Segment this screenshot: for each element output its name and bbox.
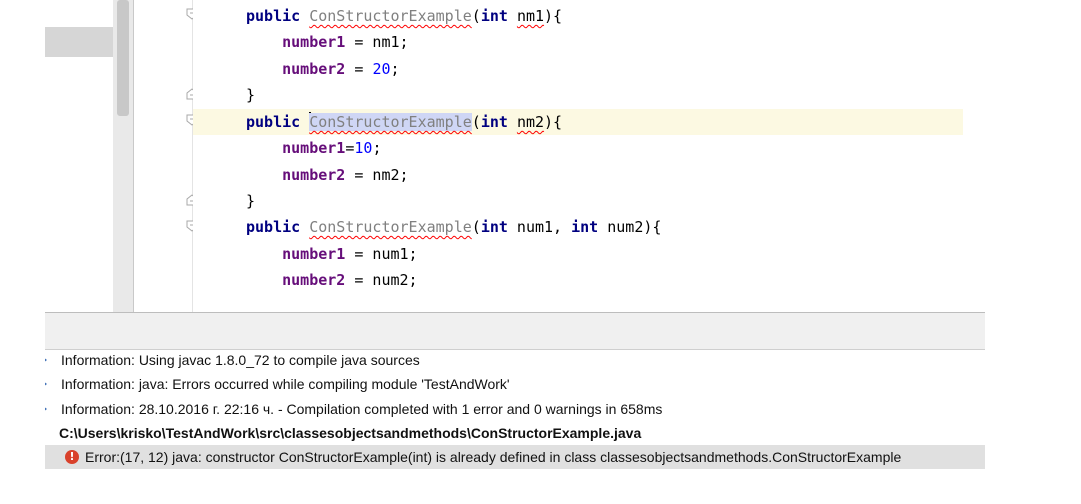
code-token: ){ [544,7,563,25]
code-token: num2){ [598,218,662,236]
info-icon [45,382,47,386]
code-token: = nm2; [345,166,409,184]
code-token: number2 [282,166,346,184]
code-token: int [480,7,508,25]
left-panel-strip [45,27,113,57]
message-row[interactable]: Information: java: Errors occurred while… [45,372,985,396]
code-token: = num2; [345,271,418,289]
error-row[interactable]: ! Error:(17, 12) java: constructor ConSt… [45,445,985,469]
code-line[interactable]: number2 = 20; [193,56,963,82]
code-token: public [246,7,301,25]
code-token: } [246,86,256,104]
code-token: nm1 [516,7,545,25]
code-token: = num1; [345,245,418,263]
messages-panel: Information: Using javac 1.8.0_72 to com… [45,348,985,469]
code-token: public [246,113,301,131]
info-icon [45,407,47,411]
code-token: } [246,192,256,210]
editor-margin [963,0,1081,312]
code-token: ){ [544,113,563,131]
code-token: int [480,218,508,236]
code-line[interactable]: } [193,188,963,214]
code-line[interactable]: public ConStructorExample(int nm1){ [193,3,963,29]
code-token: int [480,113,508,131]
code-line[interactable]: public ConStructorExample(int num1, int … [193,214,963,240]
message-text: Information: Using javac 1.8.0_72 to com… [61,352,420,368]
code-line[interactable]: } [193,82,963,108]
file-row[interactable]: C:\Users\krisko\TestAndWork\src\classeso… [45,421,985,445]
editor-gutter [134,0,192,312]
code-editor[interactable]: public ConStructorExample(int nm1){ numb… [193,0,963,312]
code-token: ( [471,113,481,131]
code-token: ; [372,139,382,157]
code-token: ConStructorExample [309,7,472,25]
info-icon [45,358,47,362]
code-line[interactable]: number1=10; [193,135,963,161]
error-text: Error:(17, 12) java: constructor ConStru… [85,449,902,465]
code-token: number1 [282,33,346,51]
code-token: int [571,218,599,236]
code-token: ( [471,218,481,236]
message-text: Information: java: Errors occurred while… [61,376,510,392]
message-row[interactable]: Information: 28.10.2016 г. 22:16 ч. - Co… [45,397,985,421]
message-text: Information: 28.10.2016 г. 22:16 ч. - Co… [61,401,663,417]
file-path: C:\Users\krisko\TestAndWork\src\classeso… [59,425,642,441]
code-token: ; [390,60,400,78]
code-token: number2 [282,60,346,78]
code-token: ConStructorExample [309,218,472,236]
code-token: public [246,218,301,236]
code-line[interactable]: public ConStructorExample(int nm2){ [193,109,963,135]
code-token: number2 [282,271,346,289]
code-token: 10 [354,139,373,157]
code-token: ConStructorExample [309,113,472,131]
code-line[interactable]: number1 = nm1; [193,29,963,55]
messages-toolbar [45,312,985,350]
code-line[interactable]: number1 = num1; [193,241,963,267]
code-line[interactable]: number2 = num2; [193,267,963,293]
code-token: nm2 [516,113,545,131]
code-token: number1 [282,139,346,157]
code-token: = nm1; [345,33,409,51]
code-token: num1, [507,218,572,236]
code-token: ( [471,7,481,25]
error-icon: ! [65,450,79,464]
code-token: = [345,60,373,78]
code-line[interactable]: number2 = nm2; [193,162,963,188]
message-row[interactable]: Information: Using javac 1.8.0_72 to com… [45,348,985,372]
editor-scrollbar-thumb[interactable] [117,0,129,116]
code-token: 20 [372,60,391,78]
code-token: number1 [282,245,346,263]
